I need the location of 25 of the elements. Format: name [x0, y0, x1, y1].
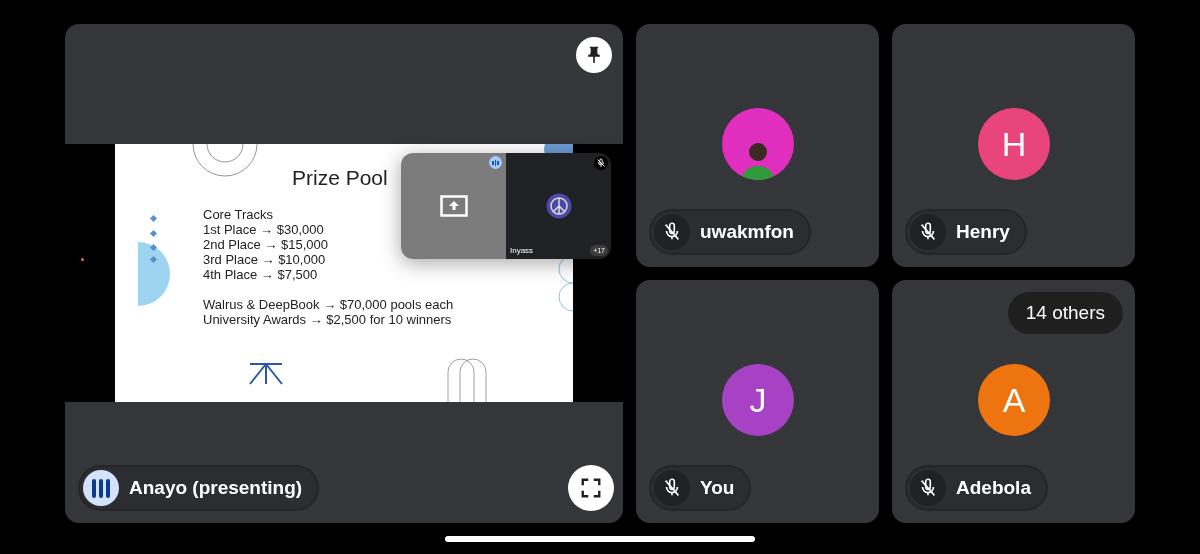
slide-text-line: 3rd Place → $10,000	[203, 252, 326, 267]
avatar-initial: H	[1001, 123, 1027, 165]
peace-sign-avatar-icon	[545, 193, 572, 219]
participant-name: uwakmfon	[700, 221, 794, 243]
slide-text-line: 2nd Place → $15,000	[203, 237, 329, 252]
avatar-initial: J	[749, 379, 767, 421]
presenter-name: Anayo (presenting)	[129, 477, 303, 499]
others-count-badge[interactable]: 14 others	[1007, 292, 1123, 334]
participant-name: You	[700, 477, 735, 499]
slide-text-line: 4th Place → $7,500	[203, 267, 318, 282]
slide-text-line: University Awards → $2,500 for 10 winners	[203, 312, 452, 327]
slide-text-line: Core Tracks	[203, 207, 274, 222]
pointer-dot	[81, 258, 84, 261]
participant-name: Henry	[956, 221, 1010, 243]
screen-share-icon	[439, 195, 468, 217]
pin-button[interactable]	[576, 37, 612, 73]
slide-text-line: Walrus & DeepBook → $70,000 pools each	[203, 297, 454, 312]
participant-name: Inyass	[510, 246, 534, 256]
fullscreen-button[interactable]	[568, 465, 614, 511]
avatar-initial: A	[1002, 379, 1026, 421]
fullscreen-icon	[580, 477, 602, 499]
participant-name: Adebola	[956, 477, 1031, 499]
slide-text-line: 1st Place → $30,000	[203, 222, 324, 237]
slide-title: Prize Pool	[292, 166, 389, 190]
audio-bars-icon	[83, 470, 119, 506]
